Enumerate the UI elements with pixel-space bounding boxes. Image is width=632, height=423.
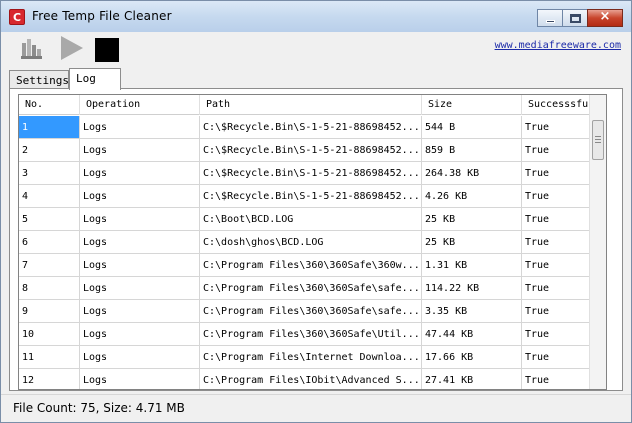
cell-no: 12	[19, 369, 80, 389]
cell-no: 4	[19, 185, 80, 208]
cell-no: 8	[19, 277, 80, 300]
broom-clean-icon	[21, 39, 42, 59]
table-row[interactable]: 12 Logs C:\Program Files\IObit\Advanced S.…	[19, 369, 601, 389]
status-bar: File Count: 75, Size: 4.71 MB	[1, 394, 631, 422]
stop-button[interactable]	[95, 38, 119, 62]
log-panel: No. Operation Path Size Successsful 1 Log…	[9, 88, 623, 391]
window-controls: ×	[537, 9, 623, 27]
table-row[interactable]: 1 Logs C:\$Recycle.Bin\S-1-5-21-88698452..…	[19, 116, 601, 139]
scrollbar-thumb[interactable]	[592, 120, 604, 160]
play-icon	[61, 36, 83, 60]
table-row[interactable]: 9 Logs C:\Program Files\360\360Safe\safe..…	[19, 300, 601, 323]
cell-path: C:\$Recycle.Bin\S-1-5-21-88698452...	[200, 139, 422, 162]
maximize-button[interactable]	[562, 9, 588, 27]
cell-size: 25 KB	[422, 208, 522, 231]
cell-path: C:\Program Files\360\360Safe\safe...	[200, 277, 422, 300]
cell-size: 4.26 KB	[422, 185, 522, 208]
tab-settings[interactable]: Settings	[9, 70, 69, 90]
column-header-path[interactable]: Path	[200, 95, 422, 115]
close-button[interactable]: ×	[587, 9, 623, 27]
window-title: Free Temp File Cleaner	[32, 9, 172, 23]
table-row[interactable]: 11 Logs C:\Program Files\Internet Downloa.…	[19, 346, 601, 369]
cell-size: 27.41 KB	[422, 369, 522, 389]
table-row[interactable]: 4 Logs C:\$Recycle.Bin\S-1-5-21-88698452..…	[19, 185, 601, 208]
table-row[interactable]: 6 Logs C:\dosh\ghos\BCD.LOG 25 KB True	[19, 231, 601, 254]
cell-size: 25 KB	[422, 231, 522, 254]
table-row[interactable]: 8 Logs C:\Program Files\360\360Safe\safe..…	[19, 277, 601, 300]
cell-operation: Logs	[80, 116, 200, 139]
table-row[interactable]: 5 Logs C:\Boot\BCD.LOG 25 KB True	[19, 208, 601, 231]
cell-operation: Logs	[80, 277, 200, 300]
cell-size: 47.44 KB	[422, 323, 522, 346]
cell-size: 17.66 KB	[422, 346, 522, 369]
cell-no: 9	[19, 300, 80, 323]
cell-no: 11	[19, 346, 80, 369]
cell-path: C:\Program Files\360\360Safe\Util...	[200, 323, 422, 346]
cell-no: 2	[19, 139, 80, 162]
status-text: File Count: 75, Size: 4.71 MB	[13, 401, 185, 415]
cell-no: 7	[19, 254, 80, 277]
table-row[interactable]: 3 Logs C:\$Recycle.Bin\S-1-5-21-88698452..…	[19, 162, 601, 185]
cell-path: C:\Program Files\Internet Downloa...	[200, 346, 422, 369]
tab-log[interactable]: Log	[69, 68, 121, 90]
cell-path: C:\Boot\BCD.LOG	[200, 208, 422, 231]
log-table: No. Operation Path Size Successsful 1 Log…	[18, 94, 607, 390]
table-row[interactable]: 7 Logs C:\Program Files\360\360Safe\360w..…	[19, 254, 601, 277]
cell-operation: Logs	[80, 346, 200, 369]
grip-icon	[595, 136, 601, 143]
cell-operation: Logs	[80, 300, 200, 323]
clean-button[interactable]	[17, 34, 45, 62]
maximize-icon	[570, 14, 581, 23]
cell-path: C:\Program Files\360\360Safe\360w...	[200, 254, 422, 277]
title-bar[interactable]: C Free Temp File Cleaner ×	[1, 1, 631, 32]
cell-operation: Logs	[80, 254, 200, 277]
column-header-operation[interactable]: Operation	[80, 95, 200, 115]
toolbar: www.mediafreeware.com	[1, 32, 631, 68]
cell-operation: Logs	[80, 323, 200, 346]
app-window: C Free Temp File Cleaner × www.mediafree…	[0, 0, 632, 423]
cell-size: 1.31 KB	[422, 254, 522, 277]
cell-path: C:\dosh\ghos\BCD.LOG	[200, 231, 422, 254]
cell-path: C:\$Recycle.Bin\S-1-5-21-88698452...	[200, 185, 422, 208]
app-logo-icon: C	[9, 9, 25, 25]
cell-no: 10	[19, 323, 80, 346]
cell-path: C:\$Recycle.Bin\S-1-5-21-88698452...	[200, 116, 422, 139]
website-link[interactable]: www.mediafreeware.com	[495, 40, 621, 51]
start-button[interactable]	[57, 34, 85, 62]
minimize-icon	[546, 20, 555, 23]
close-icon: ×	[599, 9, 611, 24]
cell-operation: Logs	[80, 231, 200, 254]
minimize-button[interactable]	[537, 9, 563, 27]
cell-path: C:\Program Files\360\360Safe\safe...	[200, 300, 422, 323]
cell-operation: Logs	[80, 369, 200, 389]
cell-operation: Logs	[80, 208, 200, 231]
column-header-no[interactable]: No.	[19, 95, 80, 115]
vertical-scrollbar[interactable]	[589, 95, 606, 389]
cell-no: 3	[19, 162, 80, 185]
column-header-size[interactable]: Size	[422, 95, 522, 115]
cell-operation: Logs	[80, 185, 200, 208]
cell-size: 544 B	[422, 116, 522, 139]
cell-no: 5	[19, 208, 80, 231]
table-row[interactable]: 10 Logs C:\Program Files\360\360Safe\Util.…	[19, 323, 601, 346]
cell-no: 1	[19, 116, 80, 139]
cell-operation: Logs	[80, 139, 200, 162]
cell-size: 859 B	[422, 139, 522, 162]
cell-size: 3.35 KB	[422, 300, 522, 323]
cell-path: C:\Program Files\IObit\Advanced S...	[200, 369, 422, 389]
table-header: No. Operation Path Size Successsful	[19, 95, 606, 115]
cell-operation: Logs	[80, 162, 200, 185]
cell-size: 264.38 KB	[422, 162, 522, 185]
cell-path: C:\$Recycle.Bin\S-1-5-21-88698452...	[200, 162, 422, 185]
cell-no: 6	[19, 231, 80, 254]
table-row[interactable]: 2 Logs C:\$Recycle.Bin\S-1-5-21-88698452..…	[19, 139, 601, 162]
cell-size: 114.22 KB	[422, 277, 522, 300]
